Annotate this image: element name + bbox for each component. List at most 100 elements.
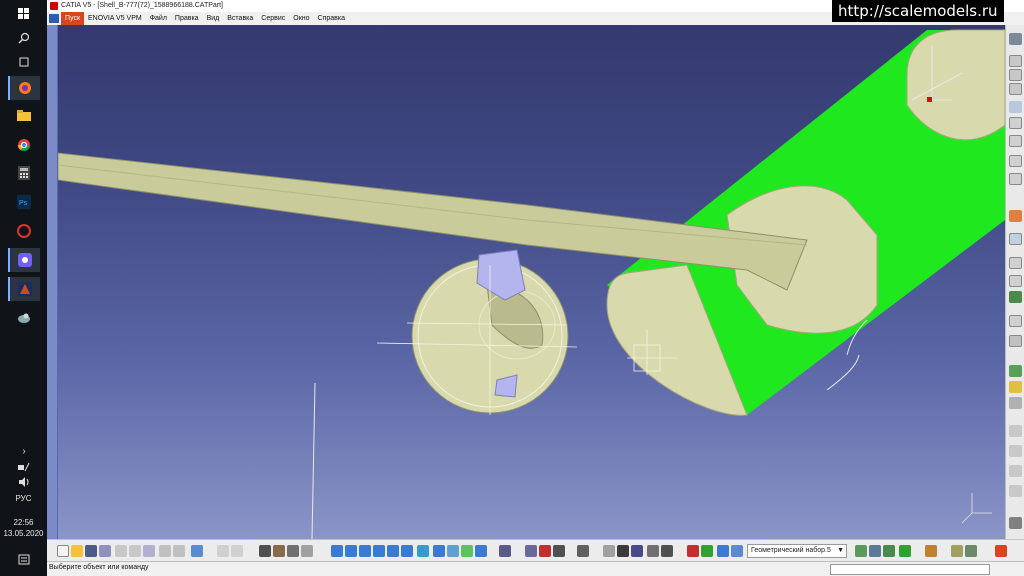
speaker-icon[interactable] <box>8 475 40 489</box>
menu-window[interactable]: Окно <box>289 12 313 25</box>
tool-bottom-36[interactable] <box>647 545 659 557</box>
tool-icon-15[interactable] <box>1009 315 1022 327</box>
tool-icon-11[interactable] <box>1009 233 1022 245</box>
tool-icon-2[interactable] <box>1009 55 1022 67</box>
tool-icon-22[interactable] <box>1009 465 1022 477</box>
tool-bottom-39[interactable] <box>701 545 713 557</box>
copy-icon[interactable] <box>129 545 141 557</box>
firefox-icon[interactable] <box>8 76 40 100</box>
menu-edit[interactable]: Правка <box>171 12 203 25</box>
task-view-icon[interactable] <box>8 50 40 74</box>
tool-bottom-34[interactable] <box>617 545 629 557</box>
photoshop-icon[interactable]: Ps <box>8 190 40 214</box>
comment-icon[interactable] <box>231 545 243 557</box>
tool-icon-14[interactable] <box>1009 291 1022 303</box>
file-explorer-icon[interactable] <box>8 104 40 128</box>
tool-icon-1[interactable] <box>1009 33 1022 45</box>
tool-icon-3[interactable] <box>1009 69 1022 81</box>
pan-icon[interactable] <box>345 545 357 557</box>
tool-bottom-43[interactable] <box>855 545 867 557</box>
redo-icon[interactable] <box>173 545 185 557</box>
clock-date[interactable]: 13.05.2020 <box>0 529 47 538</box>
tool-icon-18[interactable] <box>1009 381 1022 393</box>
opera-icon[interactable] <box>8 219 40 243</box>
tool-bottom-46[interactable] <box>899 545 911 557</box>
swap-space-icon[interactable] <box>475 545 487 557</box>
calculator-icon[interactable] <box>8 161 40 185</box>
tool-bottom-44[interactable] <box>869 545 881 557</box>
menu-tools[interactable]: Сервис <box>257 12 289 25</box>
tool-bottom-30[interactable] <box>539 545 551 557</box>
fit-all-icon[interactable] <box>331 545 343 557</box>
undo-icon[interactable] <box>159 545 171 557</box>
tool-icon-16[interactable] <box>1009 335 1022 347</box>
tool-bottom-49[interactable] <box>965 545 977 557</box>
language-indicator[interactable]: РУС <box>0 494 47 503</box>
tool-bottom-45[interactable] <box>883 545 895 557</box>
tool-bottom-38[interactable] <box>687 545 699 557</box>
tool-icon-5[interactable] <box>1009 101 1022 113</box>
multi-view-icon[interactable] <box>417 545 429 557</box>
tool-icon-6[interactable] <box>1009 117 1022 129</box>
shading-icon[interactable] <box>447 545 459 557</box>
menu-file[interactable]: Файл <box>146 12 171 25</box>
catia-compass-logo-icon[interactable] <box>995 545 1007 557</box>
paste-icon[interactable] <box>143 545 155 557</box>
tool-bottom-14[interactable] <box>301 545 313 557</box>
chrome-icon[interactable] <box>8 133 40 157</box>
measure-icon[interactable] <box>499 545 511 557</box>
tool-icon-4[interactable] <box>1009 83 1022 95</box>
windows-start-icon[interactable] <box>8 2 40 26</box>
catalog-icon[interactable] <box>259 545 271 557</box>
menu-insert[interactable]: Вставка <box>223 12 257 25</box>
tool-icon-19[interactable] <box>1009 397 1022 409</box>
tool-bottom-12[interactable] <box>273 545 285 557</box>
tool-bottom-48[interactable] <box>951 545 963 557</box>
menu-help[interactable]: Справка <box>314 12 349 25</box>
network-icon[interactable] <box>8 460 40 474</box>
formula-icon[interactable] <box>217 545 229 557</box>
hide-show-icon[interactable] <box>461 545 473 557</box>
menu-enovia[interactable]: ENOVIA V5 VPM <box>84 12 146 25</box>
tool-bottom-33[interactable] <box>603 545 615 557</box>
tool-icon-13[interactable] <box>1009 275 1022 287</box>
whats-this-icon[interactable] <box>191 545 203 557</box>
tool-bottom-37[interactable] <box>661 545 673 557</box>
iso-view-icon[interactable] <box>433 545 445 557</box>
menu-view[interactable]: Вид <box>203 12 224 25</box>
apply-material-icon[interactable] <box>525 545 537 557</box>
viber-icon[interactable] <box>8 248 40 272</box>
zoom-in-icon[interactable] <box>373 545 385 557</box>
tool-bottom-32[interactable] <box>577 545 589 557</box>
cut-icon[interactable] <box>115 545 127 557</box>
3d-viewport[interactable] <box>47 25 1005 539</box>
tool-icon-8[interactable] <box>1009 155 1022 167</box>
tool-icon-21[interactable] <box>1009 445 1022 457</box>
tool-bottom-13[interactable] <box>287 545 299 557</box>
tool-bottom-35[interactable] <box>631 545 643 557</box>
specification-tree-strip[interactable] <box>47 25 58 539</box>
open-folder-icon[interactable] <box>71 545 83 557</box>
notification-icon[interactable] <box>8 548 40 572</box>
command-input[interactable] <box>830 564 990 575</box>
tool-icon-17[interactable] <box>1009 365 1022 377</box>
menu-start[interactable]: Пуск <box>61 12 85 25</box>
normal-view-icon[interactable] <box>401 545 413 557</box>
tool-icon-12[interactable] <box>1009 257 1022 269</box>
tool-icon-10[interactable] <box>1009 210 1022 222</box>
clock-time[interactable]: 22:56 <box>0 518 47 527</box>
geometric-set-select[interactable]: Геометрический набор.5 ▼ <box>747 544 847 558</box>
search-icon[interactable] <box>8 26 40 50</box>
new-file-icon[interactable] <box>57 545 69 557</box>
tool-bottom-47[interactable] <box>925 545 937 557</box>
tool-bottom-31[interactable] <box>553 545 565 557</box>
tool-icon-7[interactable] <box>1009 135 1022 147</box>
chevron-up-icon[interactable]: › <box>8 444 40 458</box>
tool-icon-20[interactable] <box>1009 425 1022 437</box>
save-icon[interactable] <box>85 545 97 557</box>
catia-icon[interactable] <box>8 277 40 301</box>
app-icon[interactable] <box>8 306 40 330</box>
tool-bottom-40[interactable] <box>717 545 729 557</box>
rotate-icon[interactable] <box>359 545 371 557</box>
zoom-out-icon[interactable] <box>387 545 399 557</box>
